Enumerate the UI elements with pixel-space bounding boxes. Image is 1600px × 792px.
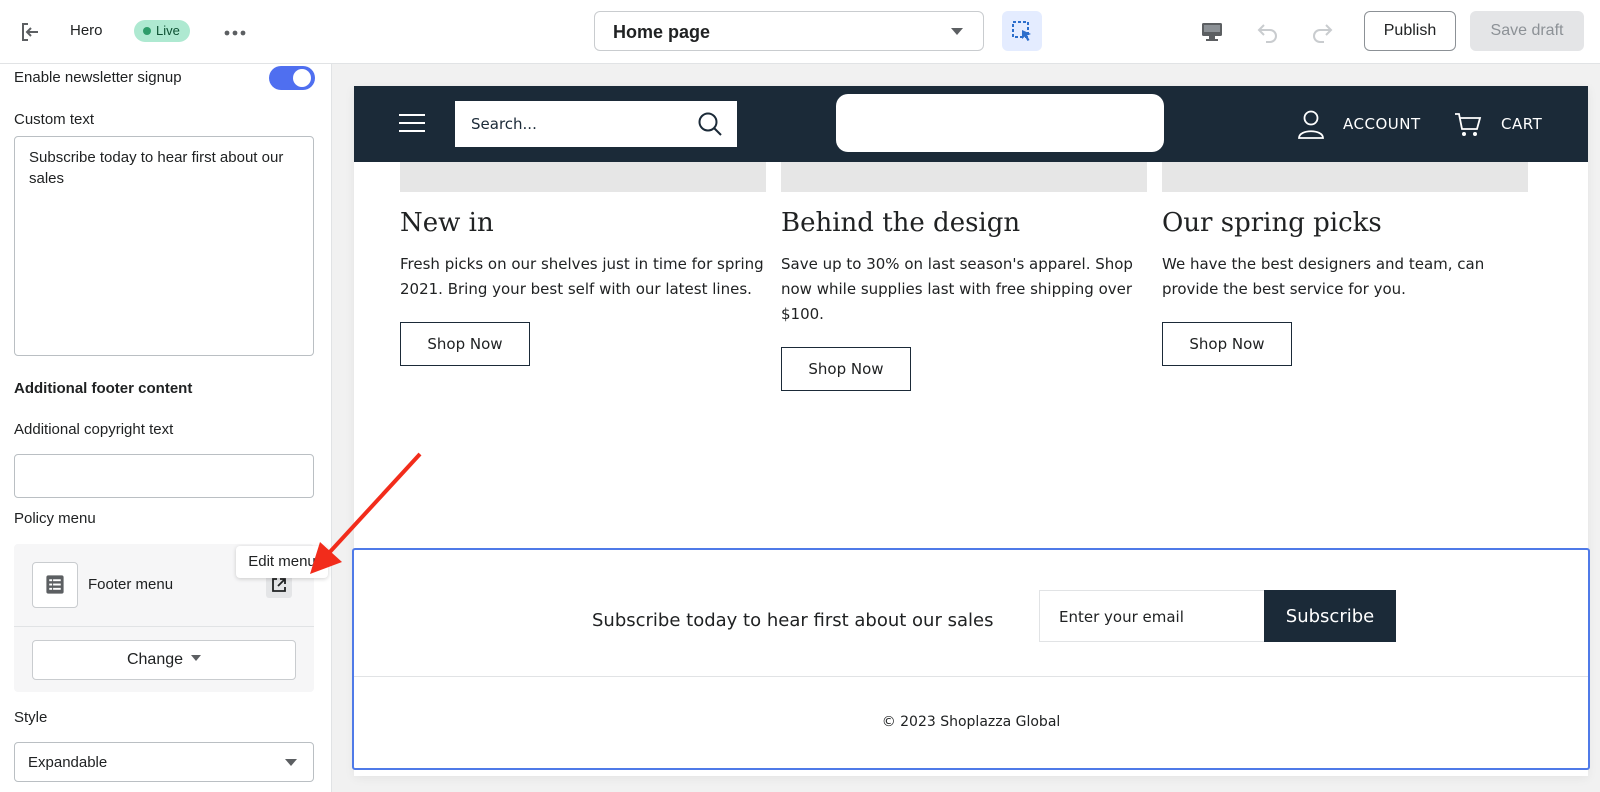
chevron-down-icon bbox=[951, 28, 963, 35]
card-text: Save up to 30% on last season's apparel.… bbox=[781, 255, 1133, 323]
collection-card: New in Fresh picks on our shelves just i… bbox=[400, 162, 766, 366]
card-text: We have the best designers and team, can… bbox=[1162, 255, 1485, 298]
store-logo[interactable] bbox=[836, 94, 1164, 152]
copyright-input[interactable] bbox=[14, 454, 314, 498]
search-placeholder: Search... bbox=[471, 115, 537, 133]
policy-menu-label: Policy menu bbox=[14, 510, 96, 527]
card-title: New in bbox=[400, 208, 494, 238]
chevron-down-icon bbox=[285, 759, 297, 766]
style-select[interactable]: Expandable bbox=[14, 742, 314, 782]
exit-icon[interactable] bbox=[18, 20, 42, 44]
custom-text-textarea[interactable]: Subscribe today to hear first about our … bbox=[14, 136, 314, 356]
settings-panel: Enable newsletter signup Custom text Sub… bbox=[0, 64, 332, 792]
store-search-input[interactable]: Search... bbox=[455, 101, 737, 147]
copyright-label: Additional copyright text bbox=[14, 421, 174, 438]
collection-card: Our spring picks We have the best design… bbox=[1162, 162, 1528, 366]
newsletter-text: Subscribe today to hear first about our … bbox=[592, 610, 994, 631]
cart-link[interactable]: CART bbox=[1501, 115, 1542, 133]
save-draft-button[interactable]: Save draft bbox=[1470, 11, 1584, 51]
change-button-label: Change bbox=[126, 651, 184, 668]
shop-now-button[interactable]: Shop Now bbox=[781, 347, 911, 391]
change-menu-button[interactable]: Change bbox=[32, 640, 296, 680]
card-image bbox=[400, 162, 766, 192]
style-label: Style bbox=[14, 709, 48, 726]
undo-icon[interactable] bbox=[1256, 20, 1280, 44]
card-text: Fresh picks on our shelves just in time … bbox=[400, 255, 764, 298]
style-select-value: Expandable bbox=[28, 754, 108, 771]
caret-down-icon bbox=[191, 655, 202, 661]
card-title: Our spring picks bbox=[1162, 208, 1382, 238]
search-icon[interactable] bbox=[697, 111, 723, 137]
publish-button[interactable]: Publish bbox=[1364, 11, 1456, 51]
account-link[interactable]: ACCOUNT bbox=[1343, 115, 1421, 133]
cart-icon[interactable] bbox=[1454, 110, 1482, 138]
store-header: Search... ACCOUNT CART bbox=[354, 86, 1588, 162]
top-bar: Hero Live Home page Publish Save draft bbox=[0, 0, 1600, 64]
select-element-icon bbox=[1012, 21, 1031, 41]
menu-list-icon bbox=[32, 562, 78, 608]
section-title: Hero bbox=[70, 22, 103, 39]
email-placeholder: Enter your email bbox=[1059, 608, 1184, 626]
inspector-button[interactable] bbox=[1002, 11, 1042, 51]
store-preview: Search... ACCOUNT CART New in Fresh pick… bbox=[352, 86, 1590, 776]
status-badge-label: Live bbox=[156, 23, 180, 38]
status-badge: Live bbox=[134, 20, 190, 42]
card-image bbox=[781, 162, 1147, 192]
toggle-knob bbox=[293, 69, 311, 87]
divider bbox=[14, 626, 314, 627]
collection-card: Behind the design Save up to 30% on last… bbox=[781, 162, 1147, 391]
page-select-value: Home page bbox=[613, 22, 711, 42]
edit-menu-tooltip: Edit menu bbox=[236, 546, 328, 578]
card-image bbox=[1162, 162, 1528, 192]
subscribe-button[interactable]: Subscribe bbox=[1264, 590, 1396, 642]
desktop-icon[interactable] bbox=[1200, 20, 1224, 44]
footer-section-selected[interactable]: Subscribe today to hear first about our … bbox=[352, 548, 1590, 770]
newsletter-toggle-label: Enable newsletter signup bbox=[14, 69, 182, 86]
newsletter-toggle[interactable] bbox=[269, 66, 315, 90]
policy-menu-name: Footer menu bbox=[88, 576, 174, 593]
card-title: Behind the design bbox=[781, 208, 1021, 238]
redo-icon[interactable] bbox=[1310, 20, 1334, 44]
page-select[interactable]: Home page bbox=[594, 11, 984, 51]
hamburger-menu-icon[interactable] bbox=[399, 113, 425, 133]
footer-divider bbox=[354, 676, 1588, 677]
copyright-text: © 2023 Shoplazza Global bbox=[881, 714, 1061, 730]
shop-now-button[interactable]: Shop Now bbox=[400, 322, 530, 366]
status-dot-icon bbox=[143, 27, 151, 35]
custom-text-label: Custom text bbox=[14, 111, 95, 128]
email-input[interactable]: Enter your email bbox=[1039, 590, 1265, 642]
shop-now-button[interactable]: Shop Now bbox=[1162, 322, 1292, 366]
account-icon[interactable] bbox=[1296, 109, 1326, 139]
more-options-icon[interactable] bbox=[224, 30, 246, 36]
additional-footer-heading: Additional footer content bbox=[14, 380, 193, 397]
